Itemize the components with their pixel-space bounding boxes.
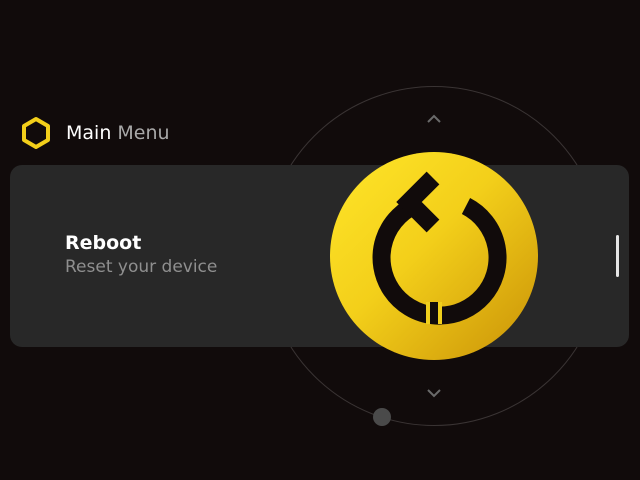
page-subtitle: Menu [117, 122, 170, 144]
menu-item-subtitle: Reset your device [65, 257, 218, 277]
dial-position-indicator[interactable] [373, 408, 391, 426]
reboot-icon[interactable] [330, 152, 538, 360]
scrollbar[interactable] [616, 235, 619, 277]
page-title: Main [66, 122, 112, 144]
chevron-up-icon[interactable] [426, 114, 442, 124]
chevron-down-icon[interactable] [426, 388, 442, 398]
menu-header: Main Menu [20, 116, 170, 150]
hexagon-logo-icon [20, 116, 52, 150]
menu-item-title: Reboot [65, 232, 142, 254]
